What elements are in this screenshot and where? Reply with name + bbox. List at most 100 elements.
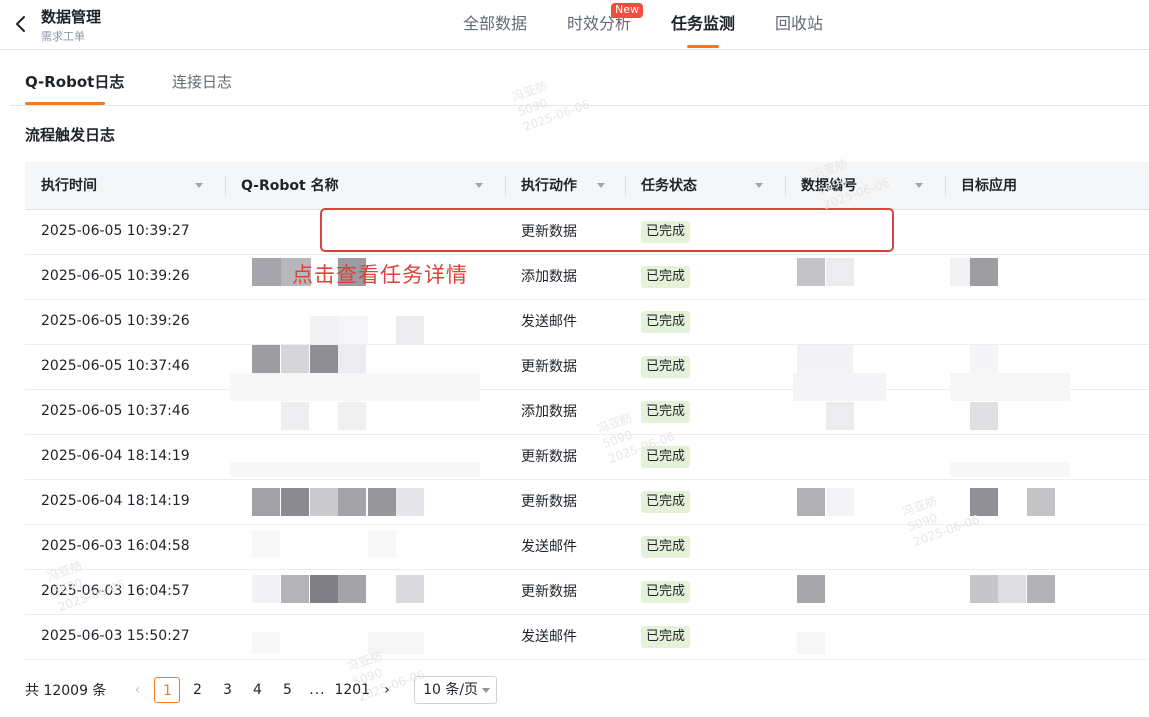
redaction-block — [338, 345, 366, 373]
log-tabs: Q-Robot日志 连接日志 — [10, 57, 1149, 106]
sort-icon[interactable] — [755, 183, 763, 188]
table-row[interactable]: 2025-06-05 10:39:26 发送邮件 已完成 — [25, 300, 1149, 345]
redaction-block — [338, 575, 366, 603]
status-badge: 已完成 — [641, 581, 691, 603]
redaction-block — [310, 575, 338, 603]
redaction-block — [793, 373, 886, 401]
cell-time: 2025-06-04 18:14:19 — [41, 448, 190, 464]
col-header-action[interactable]: 执行动作 — [505, 162, 625, 210]
prev-page-button[interactable]: ‹ — [124, 677, 150, 703]
sort-icon[interactable] — [915, 183, 923, 188]
redaction-block — [826, 488, 854, 516]
cell-action: 发送邮件 — [521, 314, 577, 330]
cell-action: 更新数据 — [521, 224, 577, 240]
cell-action: 添加数据 — [521, 269, 577, 285]
redaction-block — [230, 373, 480, 401]
redaction-block — [797, 632, 825, 654]
redaction-block — [826, 258, 854, 286]
redaction-block — [826, 402, 854, 430]
tab-timeliness-analysis[interactable]: 时效分析 New — [567, 0, 644, 50]
back-button[interactable] — [10, 12, 30, 36]
table-header: 执行时间 Q-Robot 名称 执行动作 任务状态 数据编号 目标应用 — [25, 162, 1149, 210]
redaction-block — [396, 488, 424, 516]
status-badge: 已完成 — [641, 536, 691, 558]
page-ellipsis: ... — [309, 682, 326, 698]
status-badge: 已完成 — [641, 311, 691, 333]
top-bar: 数据管理 需求工单 全部数据 时效分析 New 任务监测 回收站 — [0, 0, 1149, 50]
redaction-block — [970, 402, 998, 430]
tab-connection-log[interactable]: 连接日志 — [172, 71, 232, 92]
status-badge: 已完成 — [641, 491, 691, 513]
page-button[interactable]: 3 — [214, 677, 240, 703]
redaction-block — [970, 345, 998, 373]
cell-time: 2025-06-04 18:14:19 — [41, 493, 190, 509]
col-header-data-id[interactable]: 数据编号 — [785, 162, 945, 210]
redaction-block — [396, 575, 424, 603]
cell-time: 2025-06-05 10:39:26 — [41, 268, 190, 284]
main-nav: 全部数据 时效分析 New 任务监测 回收站 — [463, 0, 863, 50]
redaction-block — [970, 575, 998, 603]
tab-all-data[interactable]: 全部数据 — [463, 0, 527, 50]
redaction-block — [252, 345, 280, 373]
status-badge: 已完成 — [641, 401, 691, 423]
redaction-block — [310, 345, 338, 373]
page-button[interactable]: 1 — [154, 677, 181, 703]
status-badge: 已完成 — [641, 446, 691, 468]
page-button[interactable]: 2 — [184, 677, 210, 703]
tab-recycle-bin[interactable]: 回收站 — [775, 0, 823, 50]
section-title: 流程触发日志 — [25, 126, 116, 144]
page-title: 数据管理 — [41, 8, 102, 26]
tab-label: 回收站 — [775, 14, 824, 33]
redaction-block — [281, 488, 309, 516]
chevron-down-icon — [482, 687, 491, 693]
redaction-block — [950, 258, 970, 286]
next-page-button[interactable]: › — [374, 677, 400, 703]
redaction-block — [950, 462, 1070, 477]
redaction-block — [310, 488, 338, 516]
table-row[interactable]: 2025-06-05 10:39:27 更新数据 已完成 — [25, 210, 1149, 255]
redaction-block — [970, 258, 998, 286]
total-count: 共 12009 条 — [25, 683, 107, 699]
redaction-block — [368, 530, 396, 558]
redaction-block — [950, 373, 1070, 401]
redaction-block — [252, 530, 280, 558]
active-tab-indicator — [25, 102, 105, 105]
pagination: 共 12009 条 ‹ 1 2 3 4 5... 1201 › 10 条/页 — [25, 676, 498, 704]
col-header-robot-name[interactable]: Q-Robot 名称 — [225, 162, 505, 210]
page-subtitle: 需求工单 — [41, 30, 85, 43]
col-header-time[interactable]: 执行时间 — [25, 162, 225, 210]
col-header-label: Q-Robot 名称 — [241, 178, 339, 194]
page-button[interactable]: 4 — [244, 677, 270, 703]
tab-task-monitoring[interactable]: 任务监测 — [671, 0, 735, 50]
redaction-block — [281, 345, 309, 373]
annotation-text: 点击查看任务详情 — [292, 263, 468, 287]
page-size-select[interactable]: 10 条/页 — [414, 676, 498, 704]
tab-label: 任务监测 — [671, 14, 736, 33]
cell-time: 2025-06-05 10:39:27 — [41, 223, 190, 239]
cell-time: 2025-06-05 10:39:26 — [41, 313, 190, 329]
redaction-block — [1027, 575, 1055, 603]
redaction-block — [230, 462, 480, 477]
sort-icon[interactable] — [195, 183, 203, 188]
cell-action: 更新数据 — [521, 584, 577, 600]
status-badge: 已完成 — [641, 626, 691, 648]
col-header-label: 目标应用 — [961, 178, 1017, 194]
redaction-block — [1027, 488, 1055, 516]
sort-icon[interactable] — [597, 183, 605, 188]
cell-action: 更新数据 — [521, 359, 577, 375]
tab-qrobot-log[interactable]: Q-Robot日志 — [25, 71, 124, 92]
page-button[interactable]: 1201 — [334, 677, 370, 703]
status-badge: 已完成 — [641, 266, 691, 288]
tab-label: 全部数据 — [463, 14, 528, 33]
table-row[interactable]: 2025-06-03 15:50:27 发送邮件 已完成 — [25, 615, 1149, 660]
col-header-status[interactable]: 任务状态 — [625, 162, 785, 210]
sort-icon[interactable] — [475, 183, 483, 188]
cell-action: 更新数据 — [521, 449, 577, 465]
new-badge: New — [611, 3, 644, 18]
cell-action: 发送邮件 — [521, 629, 577, 645]
table-row[interactable]: 2025-06-03 16:04:58 发送邮件 已完成 — [25, 525, 1149, 570]
page-button[interactable]: 5 — [274, 677, 300, 703]
col-header-label: 数据编号 — [801, 178, 857, 194]
redaction-block — [797, 258, 825, 286]
col-header-target-app[interactable]: 目标应用 — [945, 162, 1149, 210]
